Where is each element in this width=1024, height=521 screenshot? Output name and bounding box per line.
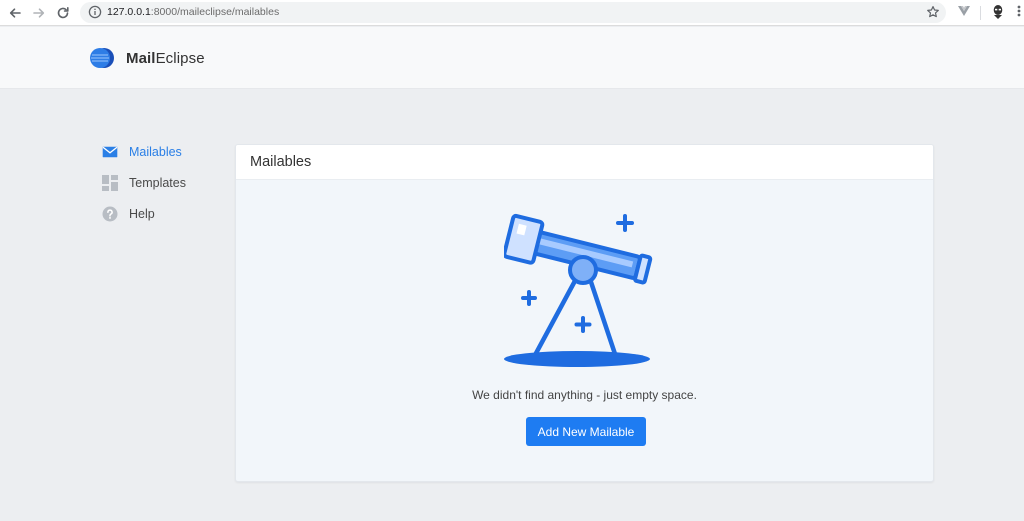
add-new-mailable-button[interactable]: Add New Mailable bbox=[526, 417, 646, 446]
grid-icon bbox=[102, 174, 118, 191]
page-title: Mailables bbox=[250, 154, 312, 170]
url-path: :8000/maileclipse/mailables bbox=[150, 6, 280, 18]
star-icon[interactable] bbox=[926, 5, 940, 24]
menu-icon[interactable] bbox=[1016, 4, 1022, 23]
telescope-illustration bbox=[504, 213, 653, 367]
brand-name-bold: Mail bbox=[126, 49, 156, 67]
address-bar[interactable]: 127.0.0.1:8000/maileclipse/mailables bbox=[80, 2, 946, 23]
forward-icon[interactable] bbox=[30, 4, 48, 22]
mailables-card: Mailables We didn't find anything - just… bbox=[235, 144, 934, 482]
empty-state-message: We didn't find anything - just empty spa… bbox=[472, 388, 697, 402]
url-text: 127.0.0.1:8000/maileclipse/mailables bbox=[107, 6, 279, 18]
brand[interactable]: MailEclipse bbox=[89, 46, 205, 70]
sidebar-item-label: Templates bbox=[129, 175, 186, 190]
back-icon[interactable] bbox=[6, 4, 24, 22]
card-header: Mailables bbox=[236, 145, 933, 180]
profile-icon[interactable] bbox=[991, 4, 1005, 25]
reload-icon[interactable] bbox=[54, 4, 72, 22]
sidebar-item-mailables[interactable]: Mailables bbox=[102, 136, 222, 167]
sidebar: Mailables Templates Help bbox=[102, 136, 222, 229]
sidebar-item-label: Help bbox=[129, 206, 155, 221]
sidebar-item-templates[interactable]: Templates bbox=[102, 167, 222, 198]
brand-name: MailEclipse bbox=[126, 50, 205, 67]
sidebar-item-label: Mailables bbox=[129, 144, 182, 159]
maileclipse-logo-icon bbox=[89, 46, 115, 70]
browser-toolbar: 127.0.0.1:8000/maileclipse/mailables bbox=[0, 0, 1024, 26]
help-icon bbox=[102, 206, 118, 222]
toolbar-divider bbox=[980, 6, 981, 20]
sidebar-item-help[interactable]: Help bbox=[102, 198, 222, 229]
app-header: MailEclipse bbox=[0, 27, 1024, 89]
url-host: 127.0.0.1 bbox=[107, 6, 151, 18]
envelope-icon bbox=[102, 144, 118, 160]
info-icon[interactable] bbox=[88, 5, 102, 24]
vuejs-devtools-icon[interactable] bbox=[957, 4, 971, 23]
brand-name-rest: Eclipse bbox=[155, 49, 205, 67]
